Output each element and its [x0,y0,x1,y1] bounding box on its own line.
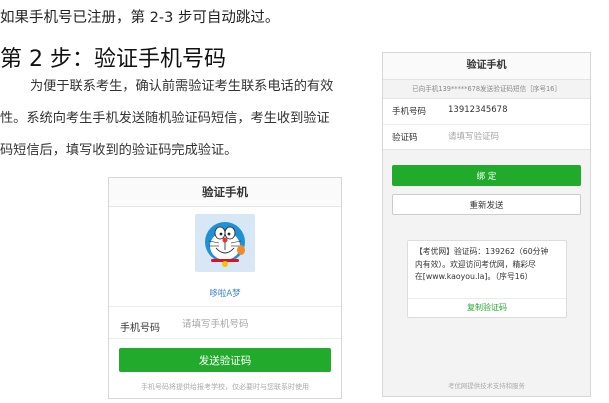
phone-value: 13912345678 [448,105,508,115]
paragraph-line-2: 性。系统向考生手机发送随机验证码短信，考生收到验证 [0,111,330,126]
sms-message-card: 【考优网】验证码：139262（60分钟 内有效）。欢迎访问考优网，精彩尽 在[… [407,240,567,318]
code-label: 验证码 [392,133,418,143]
phone-verify-screen-right: 验证手机 已向手机139*****678发送验证码短信［序号16］ 手机号码 1… [382,52,591,397]
divider [109,338,341,339]
verify-form: 手机号码 13912345678 验证码 [383,98,590,150]
phone-label: 手机号码 [392,107,427,117]
resend-button[interactable]: 重新发送 [392,194,581,215]
phone-row: 手机号码 13912345678 [383,99,590,123]
bind-button[interactable]: 绑 定 [392,165,581,186]
code-input[interactable] [448,129,578,145]
code-row: 验证码 [383,124,590,149]
avatar-name: 哆啦A梦 [209,289,241,299]
phone-label: 手机号码 [120,323,160,334]
paragraph-line-3: 码短信后，填写收到的验证码完成验证。 [0,143,238,158]
paragraph-line-1: 为便于联系考生，确认前需验证考生联系电话的有效 [30,79,334,94]
screen-title: 验证手机 [109,178,341,207]
divider [109,306,341,307]
screen-title: 验证手机 [383,53,590,80]
doraemon-icon [205,222,245,267]
copy-code-button[interactable]: 复制验证码 [408,298,566,317]
sms-text: 【考优网】验证码：139262（60分钟 内有效）。欢迎访问考优网，精彩尽 在[… [415,246,561,284]
send-code-button[interactable]: 发送验证码 [119,348,331,372]
avatar [195,214,255,272]
sent-info: 已向手机139*****678发送验证码短信［序号16］ [412,85,561,93]
intro-line: 如果手机号已注册，第 2-3 步可自动跳过。 [0,10,280,26]
step-title: 第 2 步：验证手机号码 [0,47,226,72]
sms-line: 在[www.kaoyou.la]。（序号16） [415,272,533,281]
footer: 考优网提供技术支持和服务 [448,382,525,390]
sms-line: 【考优网】验证码：139262（60分钟 [415,247,549,256]
phone-verify-screen-left: 验证手机 哆啦A梦 手机号码 发送验证码 手机号码将提供给报考学校，仅必要时与您… [108,177,342,399]
privacy-notice: 手机号码将提供给报考学校，仅必要时与您联系时使用 [141,383,309,391]
sms-line: 内有效）。欢迎访问考优网，精彩尽 [415,259,536,269]
phone-input[interactable] [182,314,327,334]
